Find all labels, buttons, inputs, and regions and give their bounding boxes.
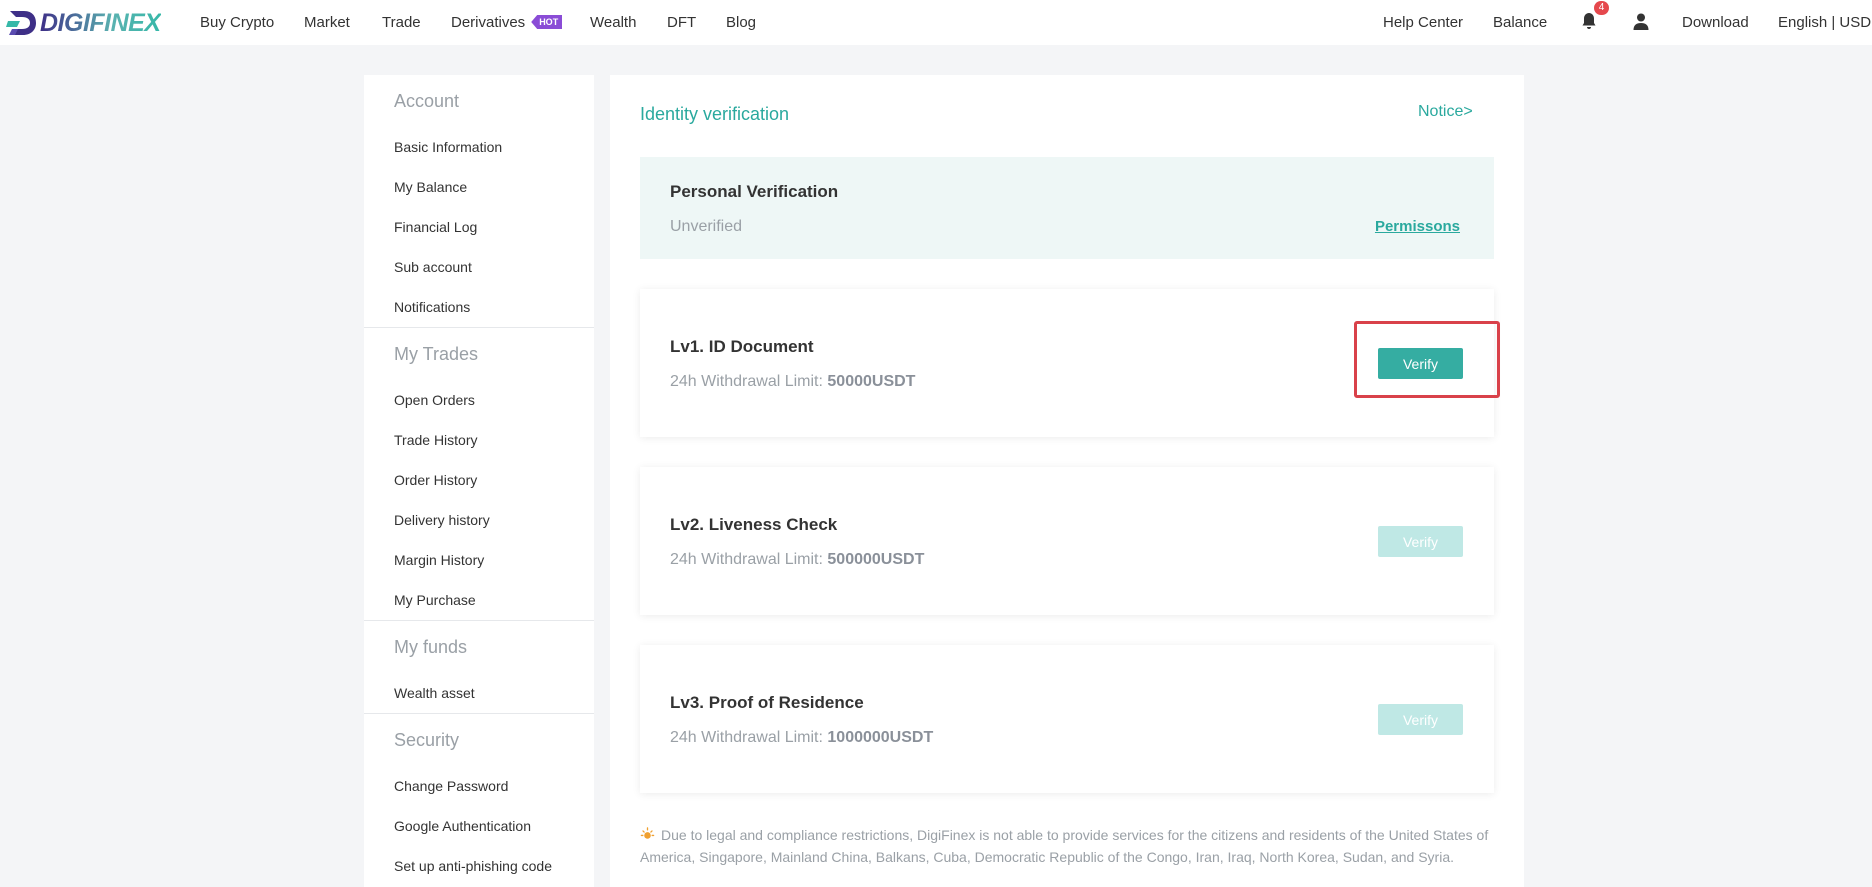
personal-verification-box: Personal Verification Unverified Permiss… [640,157,1494,259]
level-title: Lv3. Proof of Residence [670,693,864,712]
level-card-lv2: Lv2. Liveness Check 24h Withdrawal Limit… [640,467,1494,615]
verify-button-lv2[interactable]: Verify [1378,526,1463,557]
level-title: Lv2. Liveness Check [670,515,838,534]
logo-mark-icon [6,11,36,35]
withdrawal-limit-value: 1000000USDT [827,729,934,746]
digifinex-logo[interactable]: DIGIFINEX [6,8,161,38]
sidebar-item-open-orders[interactable]: Open Orders [394,392,475,408]
sidebar-item-financial-log[interactable]: Financial Log [394,219,477,235]
page-title: Identity verification [640,104,790,124]
notice-link[interactable]: Notice> [1418,103,1473,121]
sidebar-item-my-purchase[interactable]: My Purchase [394,592,476,608]
identity-verification-panel: Identity verification Notice> Personal V… [610,75,1524,887]
sidebar-item-my-balance[interactable]: My Balance [394,179,467,195]
withdrawal-limit: 24h Withdrawal Limit: 1000000USDT [670,729,933,747]
disclaimer-text: Due to legal and compliance restrictions… [640,827,1489,865]
withdrawal-limit-label: 24h Withdrawal Limit: [670,729,828,746]
sidebar-item-trade-history[interactable]: Trade History [394,432,478,448]
nav-help-center[interactable]: Help Center [1383,14,1463,31]
withdrawal-limit: 24h Withdrawal Limit: 500000USDT [670,551,924,569]
nav-market[interactable]: Market [304,14,350,31]
nav-derivatives[interactable]: Derivatives HOT [451,14,563,31]
withdrawal-limit-label: 24h Withdrawal Limit: [670,373,828,390]
nav-trade[interactable]: Trade [382,14,421,31]
sidebar-item-delivery-history[interactable]: Delivery history [394,512,490,528]
nav-dft[interactable]: DFT [667,14,696,31]
level-card-lv3: Lv3. Proof of Residence 24h Withdrawal L… [640,645,1494,793]
sidebar-item-basic-information[interactable]: Basic Information [394,139,502,155]
account-sidebar: Account Basic Information My Balance Fin… [364,75,594,887]
sidebar-divider [364,713,594,714]
brand-name: DIGIFINEX [40,8,161,37]
top-navbar: DIGIFINEX Buy Crypto Market Trade Deriva… [0,0,1872,45]
withdrawal-limit-value: 500000USDT [827,551,925,568]
withdrawal-limit: 24h Withdrawal Limit: 50000USDT [670,373,915,391]
verify-button-lv3[interactable]: Verify [1378,704,1463,735]
lightbulb-icon [640,827,655,839]
nav-blog[interactable]: Blog [726,14,756,31]
sidebar-section-my-funds: My funds [394,637,468,657]
nav-wealth[interactable]: Wealth [590,14,636,31]
sidebar-divider [364,620,594,621]
bell-icon[interactable] [1581,12,1597,30]
sidebar-section-account: Account [394,91,460,111]
sidebar-item-wealth-asset[interactable]: Wealth asset [394,685,475,701]
verify-button-lv1[interactable]: Verify [1378,348,1463,379]
nav-language-currency[interactable]: English | USD [1778,14,1871,31]
sidebar-divider [364,327,594,328]
user-icon[interactable] [1633,13,1649,30]
sidebar-item-order-history[interactable]: Order History [394,472,477,488]
nav-balance[interactable]: Balance [1493,14,1547,31]
sidebar-section-my-trades: My Trades [394,344,479,364]
level-card-lv1: Lv1. ID Document 24h Withdrawal Limit: 5… [640,289,1500,437]
verification-status: Unverified [670,218,743,235]
hot-badge: HOT [531,15,563,29]
nav-download[interactable]: Download [1682,14,1749,31]
sidebar-item-anti-phishing-code[interactable]: Set up anti-phishing code [394,858,552,874]
nav-derivatives-label: Derivatives [451,14,526,31]
compliance-disclaimer: Due to legal and compliance restrictions… [640,824,1494,868]
sidebar-item-sub-account[interactable]: Sub account [394,259,472,275]
notification-count-badge: 4 [1594,1,1609,15]
sidebar-item-margin-history[interactable]: Margin History [394,552,484,568]
level-title: Lv1. ID Document [670,337,814,356]
withdrawal-limit-value: 50000USDT [827,373,916,390]
sidebar-item-google-authentication[interactable]: Google Authentication [394,818,531,834]
sidebar-section-security: Security [394,730,460,750]
withdrawal-limit-label: 24h Withdrawal Limit: [670,551,828,568]
sidebar-item-notifications[interactable]: Notifications [394,299,470,315]
personal-verification-title: Personal Verification [670,182,839,201]
sidebar-item-change-password[interactable]: Change Password [394,778,508,794]
nav-buy-crypto[interactable]: Buy Crypto [200,14,274,31]
permissions-link[interactable]: Permissons [1375,218,1460,235]
